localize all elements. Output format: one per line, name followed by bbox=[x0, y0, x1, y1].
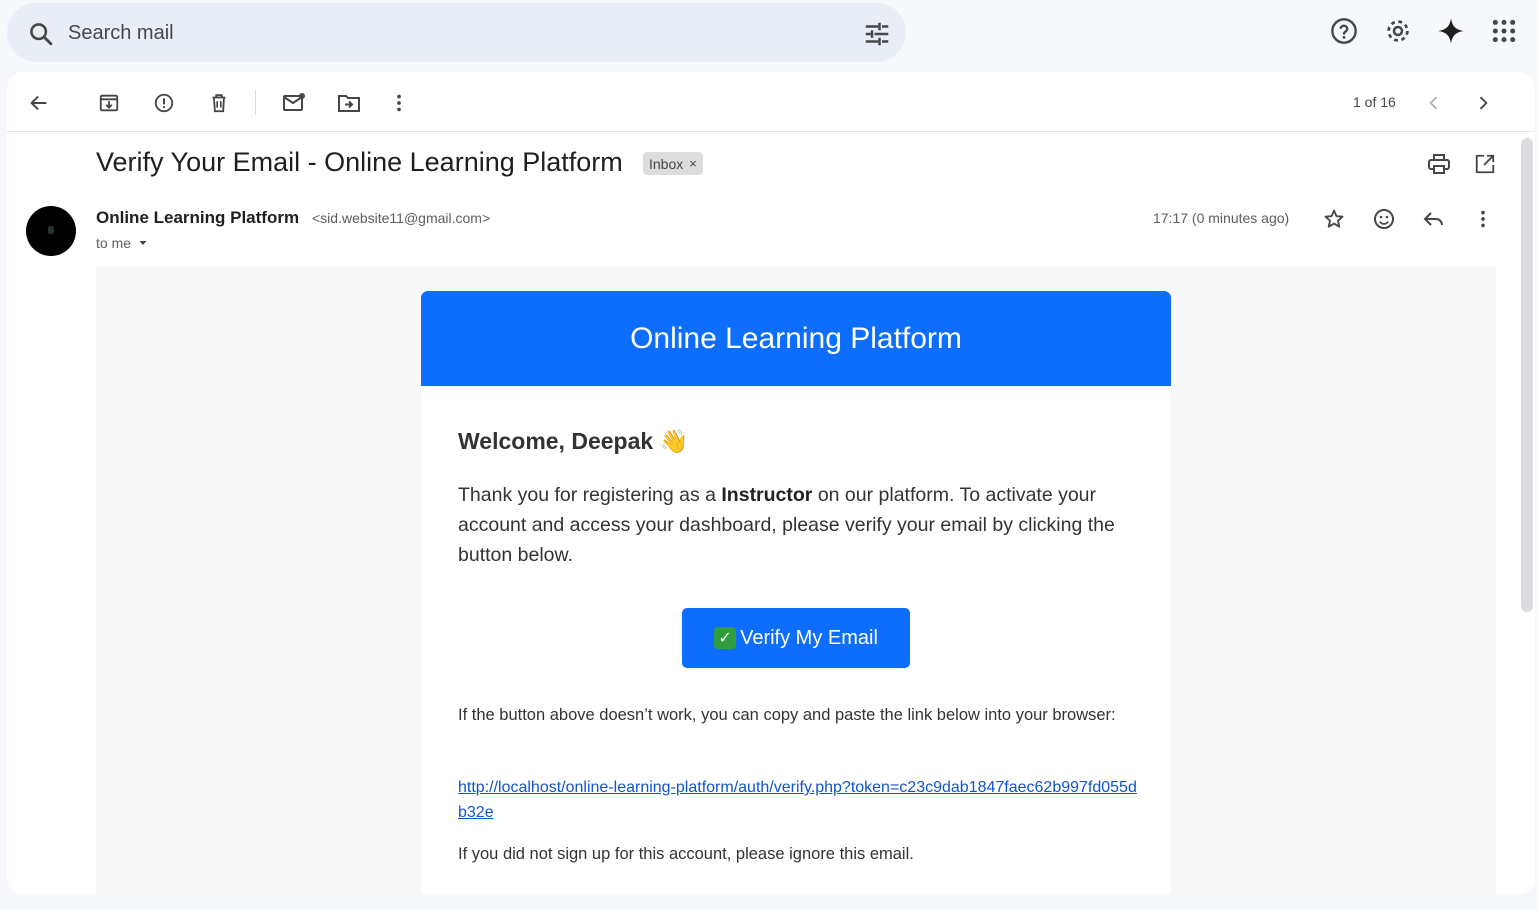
sender-name[interactable]: Online Learning Platform bbox=[96, 208, 299, 228]
reply-icon[interactable] bbox=[1420, 205, 1448, 233]
more-options-icon[interactable] bbox=[1469, 205, 1497, 233]
help-icon[interactable] bbox=[1328, 15, 1360, 47]
verify-button-label: Verify My Email bbox=[740, 626, 878, 649]
settings-icon[interactable] bbox=[1382, 15, 1414, 47]
prev-icon[interactable] bbox=[1420, 89, 1448, 117]
email-header: Online Learning Platform bbox=[421, 291, 1171, 386]
back-icon[interactable] bbox=[25, 89, 53, 117]
gemini-icon[interactable] bbox=[1435, 15, 1467, 47]
welcome-heading: Welcome, Deepak 👋 bbox=[458, 428, 688, 455]
report-spam-icon[interactable] bbox=[150, 89, 178, 117]
emoji-icon[interactable] bbox=[1370, 205, 1398, 233]
role-text: Instructor bbox=[721, 484, 813, 506]
email-subject: Verify Your Email - Online Learning Plat… bbox=[96, 147, 623, 177]
check-icon: ✓ bbox=[714, 627, 737, 649]
apps-icon[interactable] bbox=[1488, 15, 1520, 47]
email-card: Online Learning Platform Welcome, Deepak… bbox=[421, 291, 1171, 894]
scrollbar[interactable] bbox=[1521, 138, 1533, 612]
chevron-down-icon[interactable] bbox=[137, 237, 149, 249]
star-icon[interactable] bbox=[1320, 205, 1348, 233]
search-bar[interactable]: Search mail bbox=[7, 3, 906, 62]
recipient-details[interactable]: to me bbox=[96, 235, 149, 251]
email-time: 17:17 (0 minutes ago) bbox=[1153, 210, 1290, 226]
verify-link[interactable]: http://localhost/online-learning-platfor… bbox=[458, 775, 1138, 825]
wave-emoji: 👋 bbox=[659, 428, 689, 454]
verify-email-button[interactable]: ✓ Verify My Email bbox=[682, 608, 910, 668]
mark-unread-icon[interactable] bbox=[280, 89, 308, 117]
intro-paragraph: Thank you for registering as a Instructo… bbox=[458, 480, 1148, 570]
print-icon[interactable] bbox=[1425, 150, 1453, 178]
remove-label-icon[interactable]: × bbox=[689, 156, 697, 171]
para-text: Thank you for registering as a bbox=[458, 484, 722, 506]
message-toolbar: 1 of 16 bbox=[7, 72, 1535, 132]
search-icon[interactable] bbox=[27, 20, 55, 48]
label-text: Inbox bbox=[649, 155, 684, 172]
delete-icon[interactable] bbox=[205, 89, 233, 117]
fallback-text: If the button above doesn’t work, you ca… bbox=[458, 706, 1116, 724]
email-body: Online Learning Platform Welcome, Deepak… bbox=[96, 266, 1496, 894]
inbox-label[interactable]: Inbox × bbox=[643, 152, 703, 175]
next-icon[interactable] bbox=[1469, 89, 1497, 117]
search-input[interactable]: Search mail bbox=[68, 22, 174, 45]
welcome-text: Welcome, Deepak bbox=[458, 428, 654, 454]
recipient-text: to me bbox=[96, 235, 132, 251]
message-view: 1 of 16 Verify Your Email - Online Learn… bbox=[7, 72, 1535, 894]
ignore-text: If you did not sign up for this account,… bbox=[458, 845, 914, 863]
open-new-window-icon[interactable] bbox=[1471, 150, 1499, 178]
more-icon[interactable] bbox=[385, 89, 413, 117]
sender-email: <sid.website11@gmail.com> bbox=[312, 210, 491, 226]
toolbar-divider bbox=[255, 90, 256, 115]
tune-icon[interactable] bbox=[862, 19, 892, 49]
archive-icon[interactable] bbox=[95, 89, 123, 117]
sender-avatar[interactable] bbox=[26, 206, 76, 256]
pager-count: 1 of 16 bbox=[1353, 94, 1396, 110]
move-to-icon[interactable] bbox=[335, 89, 363, 117]
